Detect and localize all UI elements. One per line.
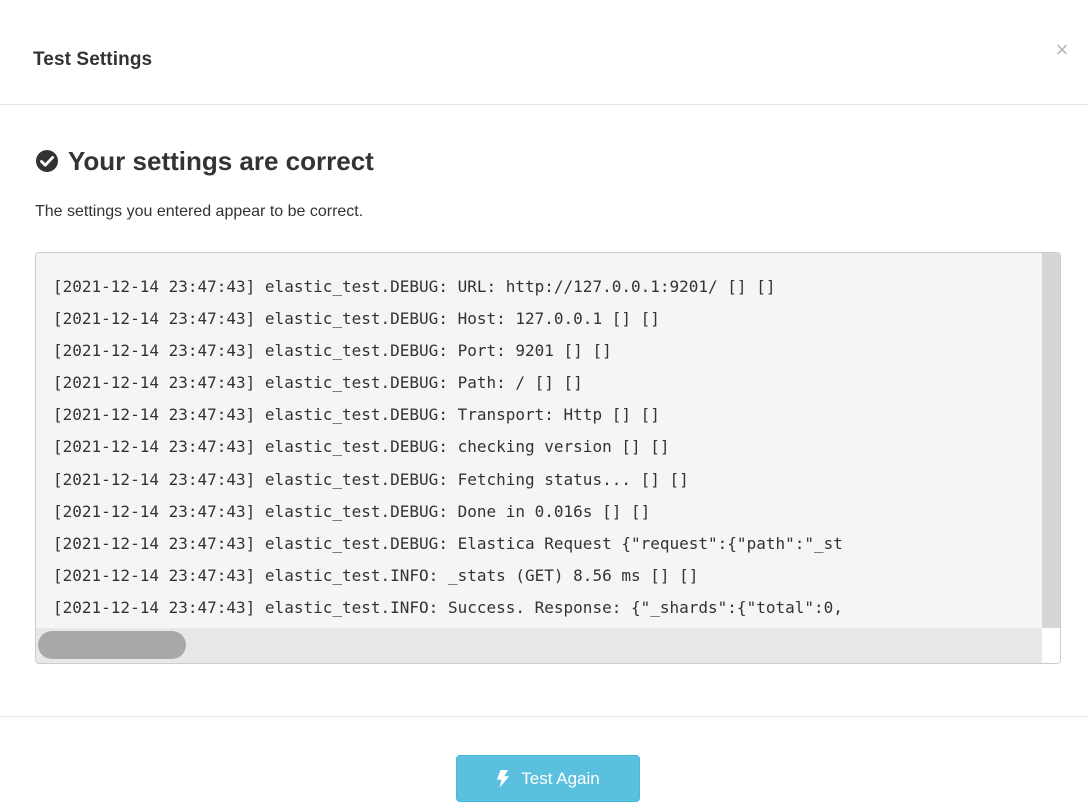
test-again-button[interactable]: Test Again xyxy=(456,755,640,802)
bolt-icon xyxy=(496,769,510,788)
log-line: [2021-12-14 23:47:43] elastic_test.DEBUG… xyxy=(53,533,843,553)
log-line: [2021-12-14 23:47:43] elastic_test.INFO:… xyxy=(53,597,843,617)
test-again-label: Test Again xyxy=(521,768,600,788)
log-line: [2021-12-14 23:47:43] elastic_test.DEBUG… xyxy=(53,469,689,489)
close-button[interactable]: × xyxy=(1050,38,1074,62)
check-circle-icon xyxy=(35,149,59,173)
log-output[interactable]: [2021-12-14 23:47:43] elastic_test.DEBUG… xyxy=(35,252,1061,664)
status-heading: Your settings are correct xyxy=(35,146,374,176)
log-line: [2021-12-14 23:47:43] elastic_test.DEBUG… xyxy=(53,341,612,361)
close-icon[interactable]: × xyxy=(1056,37,1069,62)
vertical-scrollbar-thumb[interactable] xyxy=(1042,253,1060,629)
scrollbar-corner xyxy=(1042,628,1060,663)
status-title: Your settings are correct xyxy=(68,145,374,176)
dialog-footer: Test Again xyxy=(0,716,1088,810)
log-line: [2021-12-14 23:47:43] elastic_test.DEBUG… xyxy=(53,277,776,296)
log-line: [2021-12-14 23:47:43] elastic_test.DEBUG… xyxy=(53,501,651,521)
log-line: [2021-12-14 23:47:43] elastic_test.DEBUG… xyxy=(53,373,583,393)
dialog-header: Test Settings × xyxy=(0,0,1088,105)
log-line: [2021-12-14 23:47:43] elastic_test.DEBUG… xyxy=(53,405,660,425)
dialog-title: Test Settings xyxy=(33,49,153,70)
horizontal-scrollbar-thumb[interactable] xyxy=(38,631,186,659)
vertical-scrollbar[interactable] xyxy=(1042,253,1060,629)
status-description: The settings you entered appear to be co… xyxy=(35,203,364,220)
log-line: [2021-12-14 23:47:43] elastic_test.INFO:… xyxy=(53,565,699,585)
test-settings-dialog: Test Settings × Your settings are correc… xyxy=(0,0,1088,810)
log-line: [2021-12-14 23:47:43] elastic_test.DEBUG… xyxy=(53,437,670,457)
log-line: [2021-12-14 23:47:43] elastic_test.DEBUG… xyxy=(53,309,660,329)
horizontal-scrollbar[interactable] xyxy=(36,628,1042,663)
log-lines: [2021-12-14 23:47:43] elastic_test.DEBUG… xyxy=(53,271,1058,627)
